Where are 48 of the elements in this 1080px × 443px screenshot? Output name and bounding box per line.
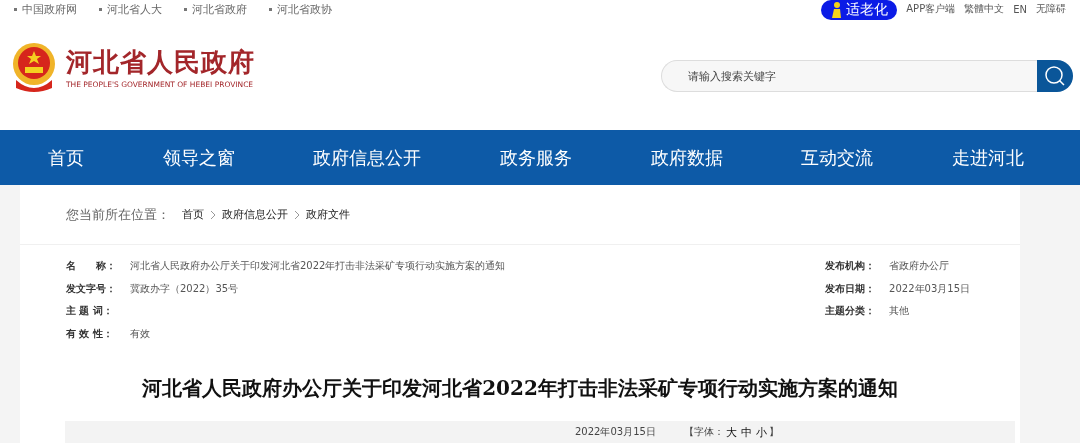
nav-item[interactable]: 首页 [48,145,84,170]
top-link[interactable]: 河北省政府 [192,1,247,17]
chevron-icon [294,209,300,220]
nav-item[interactable]: 政务服务 [499,145,572,170]
meta-value: 其他 [889,304,910,319]
emblem-icon [10,42,58,92]
top-link[interactable]: 河北省人大 [107,1,162,17]
font-size-label: 【字体： [683,425,724,439]
nav-item[interactable]: 走进河北 [951,145,1024,170]
top-link[interactable]: 中国政府网 [22,1,77,17]
chevron-icon [210,209,216,220]
meta-value: 省政府办公厅 [889,259,950,274]
meta-label: 发布日期： [825,281,877,296]
meta-label: 有 效 性： [66,326,114,341]
meta-label: 名 称： [66,259,117,274]
toolbar-link[interactable]: 无障碍 [1036,2,1066,16]
publish-date: 2022年03月15日 [575,425,656,439]
meta-label: 发布机构： [825,259,877,274]
meta-value: 2022年03月15日 [889,281,970,296]
font-size-link[interactable]: 小 [755,424,767,440]
meta-label: 主题分类： [825,304,877,319]
toolbar-link[interactable]: APP客户端 [906,2,956,16]
breadcrumb-label: 您当前所在位置： [66,205,170,224]
breadcrumb-link[interactable]: 首页 [182,207,204,222]
search-button[interactable] [1037,60,1073,92]
search-field[interactable]: 请输入搜索关键字 [661,60,1037,92]
bracket-text: 】 [768,425,779,439]
toolbar-link[interactable]: EN [1013,3,1027,15]
font-size-link[interactable]: 中 [740,424,752,440]
nav-item[interactable]: 政府数据 [650,145,723,170]
meta-value: 冀政办字（2022）35号 [130,281,239,296]
nav-item[interactable]: 领导之窗 [162,145,235,170]
meta-label: 主 题 词： [66,304,114,319]
nav-item[interactable]: 互动交流 [801,145,874,170]
toolbar-link[interactable]: 繁體中文 [964,2,1005,16]
meta-label: 发文字号： [66,281,117,296]
person-icon [829,2,844,18]
breadcrumb-link[interactable]: 政府文件 [306,207,350,222]
font-size-link[interactable]: 大 [725,424,737,440]
article-title: 河北省人民政府办公厅关于印发河北省2022年打击非法采矿专项行动实施方案的通知 [141,375,899,402]
search-icon [1044,65,1066,87]
meta-value: 有效 [130,326,150,341]
breadcrumb-link[interactable]: 政府信息公开 [222,207,288,222]
elder-mode-button[interactable]: 适老化 [821,0,898,20]
nav-item[interactable]: 政府信息公开 [313,145,422,170]
top-link[interactable]: 河北省政协 [277,1,332,17]
site-title: 河北省人民政府 [66,45,255,78]
meta-value: 河北省人民政府办公厅关于印发河北省2022年打击非法采矿专项行动实施方案的通知 [130,259,506,274]
